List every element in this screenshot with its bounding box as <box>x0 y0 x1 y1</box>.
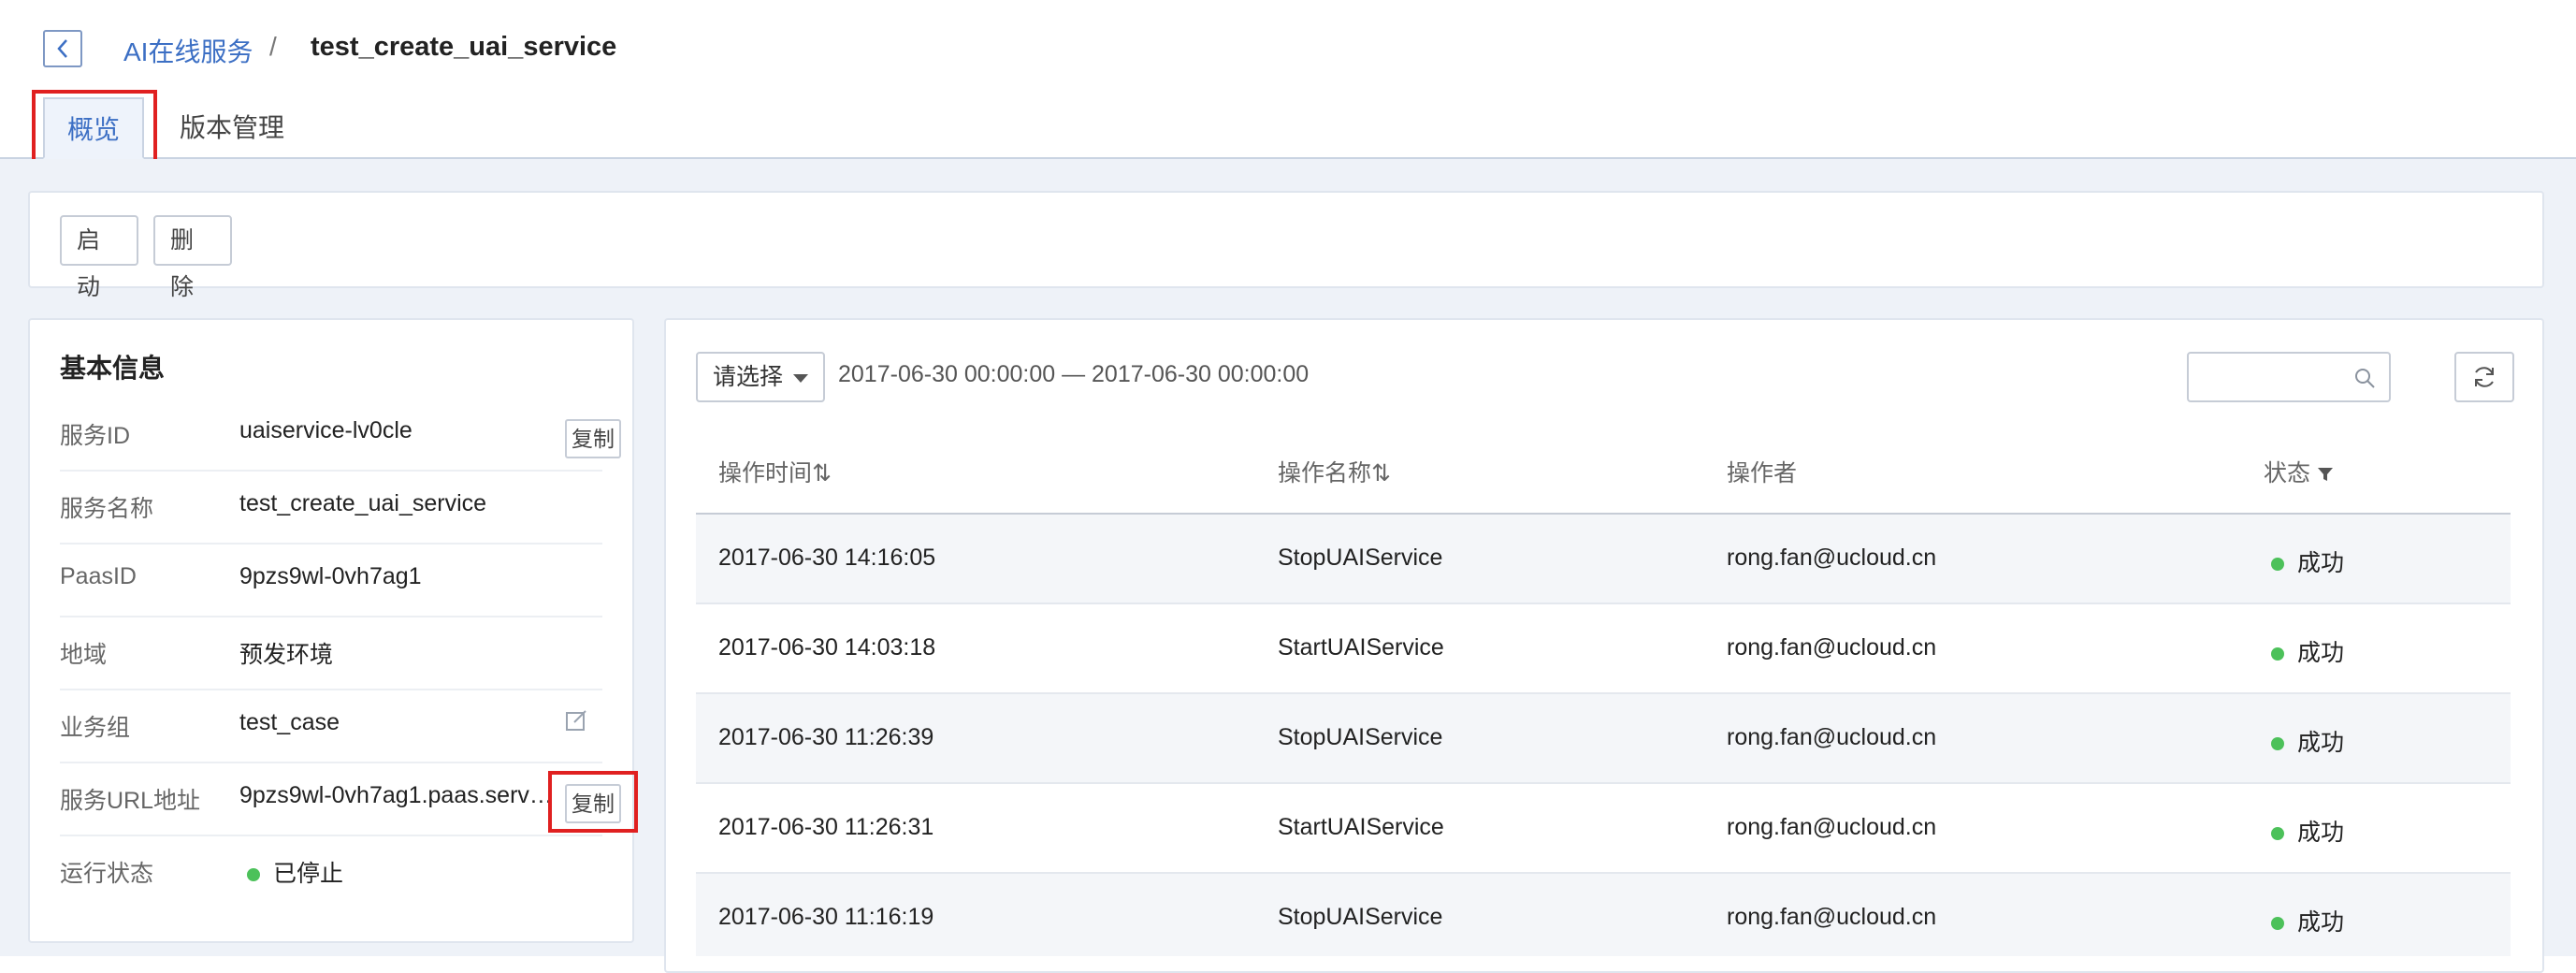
cell-operator: rong.fan@ucloud.cn <box>1727 904 1937 930</box>
cell-name: StartUAIService <box>1278 634 1444 661</box>
table-row: 2017-06-30 14:03:18 StartUAIService rong… <box>696 604 2511 694</box>
date-range-picker[interactable]: 2017-06-30 00:00:00 — 2017-06-30 00:00:0… <box>838 361 1309 388</box>
column-header-status[interactable]: 状态 <box>2264 455 2334 488</box>
caret-down-icon <box>793 374 808 383</box>
cell-time: 2017-06-30 11:26:39 <box>718 724 934 750</box>
page-title: test_create_uai_service <box>311 32 617 62</box>
basic-info-title: 基本信息 <box>60 354 166 383</box>
cell-status: 成功 <box>2271 634 2344 668</box>
divider <box>60 835 602 836</box>
search-icon <box>2355 369 2375 388</box>
chevron-left-icon <box>57 39 67 58</box>
copy-service-url-button[interactable]: 复制 <box>565 784 621 823</box>
info-label: 运行状态 <box>60 861 154 887</box>
column-header-status-label: 状态 <box>2264 460 2311 486</box>
filter-select[interactable]: 请选择 <box>696 352 825 402</box>
info-label: 业务组 <box>60 715 131 741</box>
success-dot-icon <box>2271 647 2284 661</box>
info-label: 地域 <box>60 642 108 668</box>
table-row: 2017-06-30 11:26:31 StartUAIService rong… <box>696 784 2511 874</box>
cell-operator: rong.fan@ucloud.cn <box>1727 724 1937 750</box>
info-label: PaasID <box>60 563 137 589</box>
divider <box>60 762 602 763</box>
delete-button[interactable]: 删除 <box>153 215 232 300</box>
breadcrumb-parent-link[interactable]: AI在线服务 <box>123 32 253 69</box>
cell-name: StartUAIService <box>1278 814 1444 840</box>
info-label: 服务ID <box>60 423 131 449</box>
divider <box>60 689 602 690</box>
copy-service-id-button[interactable]: 复制 <box>565 419 621 458</box>
info-value: test_create_uai_service <box>239 490 487 516</box>
cell-status-text: 成功 <box>2297 550 2345 576</box>
table-row: 2017-06-30 11:16:19 StopUAIService rong.… <box>696 874 2511 956</box>
refresh-icon <box>2475 367 2494 387</box>
cell-operator: rong.fan@ucloud.cn <box>1727 545 1937 571</box>
divider <box>60 470 602 472</box>
info-label: 服务名称 <box>60 496 154 522</box>
filter-select-value: 请选择 <box>713 364 784 390</box>
info-value: uaiservice-lv0cle <box>239 417 412 443</box>
success-dot-icon <box>2271 558 2284 572</box>
table-row: 2017-06-30 14:16:05 StopUAIService rong.… <box>696 515 2511 604</box>
running-status-text: 已停止 <box>273 861 344 887</box>
table-row: 2017-06-30 11:26:39 StopUAIService rong.… <box>696 694 2511 784</box>
divider <box>60 543 602 545</box>
column-header-operator: 操作者 <box>1727 460 1798 486</box>
cell-status-text: 成功 <box>2297 820 2345 846</box>
tab-version-management[interactable]: 版本管理 <box>157 97 307 159</box>
cell-status-text: 成功 <box>2297 730 2345 756</box>
cell-status: 成功 <box>2271 814 2344 848</box>
back-button[interactable] <box>43 30 82 67</box>
cell-time: 2017-06-30 14:03:18 <box>718 634 936 661</box>
action-toolbar: 启动 删除 <box>28 191 2544 300</box>
cell-status-text: 成功 <box>2297 640 2345 666</box>
cell-time: 2017-06-30 11:16:19 <box>718 904 934 930</box>
cell-status: 成功 <box>2271 724 2344 758</box>
cell-status: 成功 <box>2271 545 2344 578</box>
start-button[interactable]: 启动 <box>60 215 138 300</box>
cell-operator: rong.fan@ucloud.cn <box>1727 814 1937 840</box>
column-header-time[interactable]: 操作时间⇅ <box>718 455 832 488</box>
cell-status-text: 成功 <box>2297 909 2345 936</box>
info-value: 9pzs9wl-0vh7ag1 <box>239 563 422 589</box>
basic-info-panel <box>28 318 634 943</box>
breadcrumb-separator: / <box>269 32 277 61</box>
divider <box>60 616 602 617</box>
cell-name: StopUAIService <box>1278 724 1443 750</box>
running-status-value: 已停止 <box>247 855 528 889</box>
page-header: AI在线服务 / test_create_uai_service 概览 版本管理 <box>0 0 2576 172</box>
info-value: 9pzs9wl-0vh7ag1.paas.servic... <box>239 782 557 808</box>
success-dot-icon <box>2271 827 2284 841</box>
cell-name: StopUAIService <box>1278 904 1443 930</box>
cell-time: 2017-06-30 14:16:05 <box>718 545 936 571</box>
success-dot-icon <box>2271 917 2284 931</box>
info-value: 预发环境 <box>239 642 334 668</box>
cell-status: 成功 <box>2271 904 2344 937</box>
cell-operator: rong.fan@ucloud.cn <box>1727 634 1937 661</box>
cell-time: 2017-06-30 11:26:31 <box>718 814 934 840</box>
info-label: 服务URL地址 <box>60 788 201 814</box>
cell-name: StopUAIService <box>1278 545 1443 571</box>
edit-icon[interactable] <box>565 709 587 732</box>
status-dot-icon <box>247 868 260 882</box>
filter-icon[interactable] <box>2317 466 2334 483</box>
success-dot-icon <box>2271 737 2284 751</box>
column-header-name[interactable]: 操作名称⇅ <box>1278 455 1391 488</box>
info-value: test_case <box>239 709 340 735</box>
search-input[interactable] <box>2187 352 2391 402</box>
tab-overview[interactable]: 概览 <box>43 97 144 159</box>
refresh-button[interactable] <box>2454 352 2514 402</box>
